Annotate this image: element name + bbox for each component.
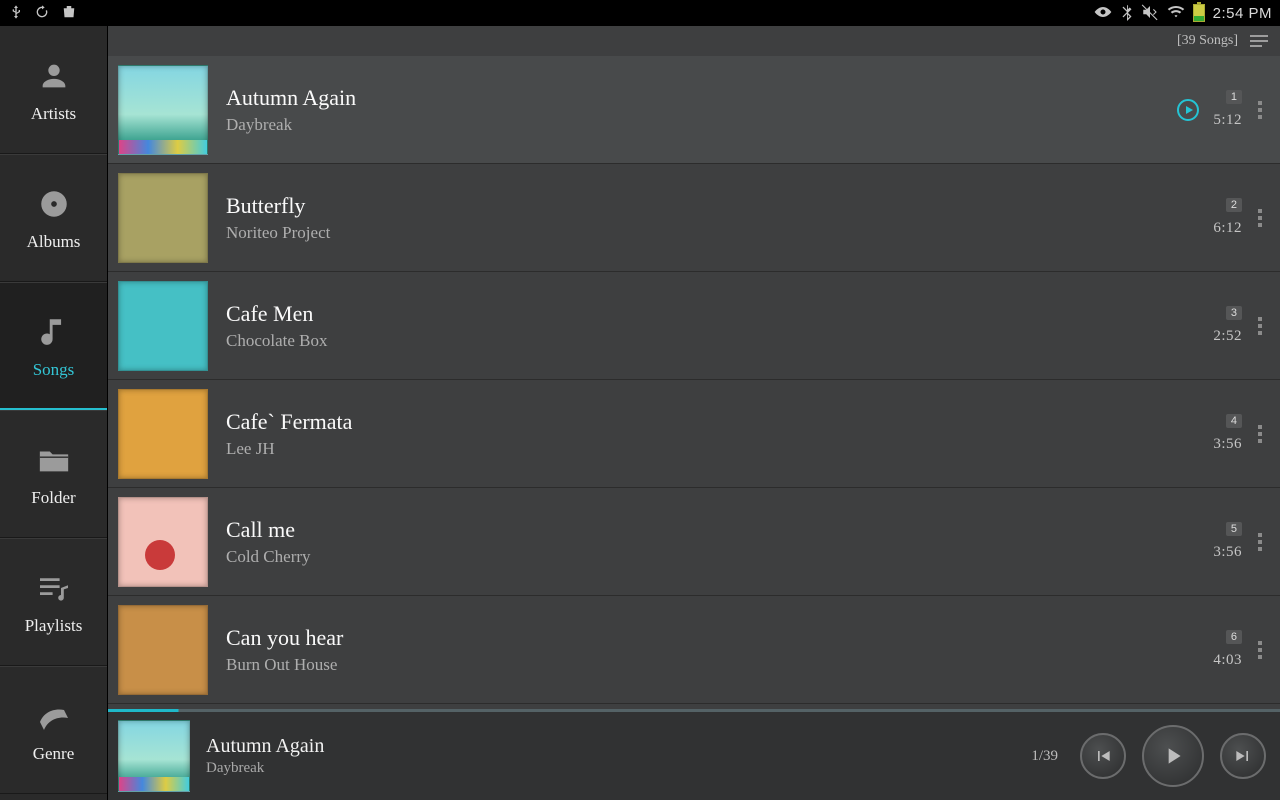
song-row[interactable]: Can you hear Burn Out House 6 4:03: [108, 596, 1280, 704]
genre-icon: [34, 696, 74, 736]
song-title: Call me: [226, 517, 1195, 543]
now-playing-icon: [1177, 99, 1199, 121]
sidebar-item-label: Artists: [31, 104, 76, 124]
track-number: 3: [1226, 306, 1242, 320]
player-position: 1/39: [1031, 748, 1058, 765]
status-bar: 2:54 PM: [0, 0, 1280, 26]
track-duration: 3:56: [1213, 436, 1242, 453]
song-title: Can you hear: [226, 625, 1195, 651]
player-album-art[interactable]: [118, 720, 190, 792]
player-title: Autumn Again: [206, 735, 324, 758]
player-bar: Autumn Again Daybreak 1/39: [108, 712, 1280, 800]
sidebar-item-folder[interactable]: Folder: [0, 410, 107, 538]
song-row[interactable]: Cafe Men Chocolate Box 3 2:52: [108, 272, 1280, 380]
album-art: [118, 281, 208, 371]
song-menu-button[interactable]: [1256, 95, 1264, 125]
track-number: 1: [1226, 90, 1242, 104]
list-header: [39 Songs]: [108, 26, 1280, 56]
song-row[interactable]: Autumn Again Daybreak 1 5:12: [108, 56, 1280, 164]
song-row[interactable]: Cafe` Fermata Lee JH 4 3:56: [108, 380, 1280, 488]
track-duration: 6:12: [1213, 220, 1242, 237]
battery-icon: [1193, 4, 1205, 22]
sidebar-item-artists[interactable]: Artists: [0, 26, 107, 154]
sidebar-item-songs[interactable]: Songs: [0, 282, 107, 410]
mute-icon: [1141, 3, 1159, 24]
sidebar-item-label: Songs: [33, 360, 75, 380]
playlist-icon: [34, 568, 74, 608]
eye-icon: [1093, 5, 1113, 22]
status-time: 2:54 PM: [1213, 5, 1272, 22]
play-button[interactable]: [1142, 725, 1204, 787]
usb-icon: [8, 4, 24, 23]
song-title: Autumn Again: [226, 85, 1159, 111]
album-art: [118, 173, 208, 263]
song-menu-button[interactable]: [1256, 203, 1264, 233]
album-art: [118, 389, 208, 479]
artist-icon: [34, 56, 74, 96]
album-art: [118, 65, 208, 155]
song-count-label: [39 Songs]: [1177, 33, 1238, 49]
track-number: 2: [1226, 198, 1242, 212]
song-title: Cafe` Fermata: [226, 409, 1195, 435]
bluetooth-icon: [1121, 3, 1133, 24]
songs-icon: [34, 312, 74, 352]
sidebar-item-label: Genre: [33, 744, 75, 764]
album-art: [118, 497, 208, 587]
prev-button[interactable]: [1080, 733, 1126, 779]
song-row[interactable]: Butterfly Noriteo Project 2 6:12: [108, 164, 1280, 272]
album-icon: [34, 184, 74, 224]
song-artist: Noriteo Project: [226, 223, 1195, 243]
track-number: 5: [1226, 522, 1242, 536]
next-button[interactable]: [1220, 733, 1266, 779]
song-menu-button[interactable]: [1256, 527, 1264, 557]
song-title: Butterfly: [226, 193, 1195, 219]
sidebar-item-label: Playlists: [25, 616, 83, 636]
store-icon: [60, 3, 78, 24]
view-toggle-button[interactable]: [1248, 33, 1270, 49]
sidebar-item-genre[interactable]: Genre: [0, 666, 107, 794]
song-menu-button[interactable]: [1256, 419, 1264, 449]
player-artist: Daybreak: [206, 760, 324, 777]
song-artist: Chocolate Box: [226, 331, 1195, 351]
song-title: Cafe Men: [226, 301, 1195, 327]
track-duration: 4:03: [1213, 652, 1242, 669]
album-art: [118, 605, 208, 695]
track-duration: 2:52: [1213, 328, 1242, 345]
song-list: Autumn Again Daybreak 1 5:12 Butterfly Norite…: [108, 56, 1280, 709]
main-panel: [39 Songs] Autumn Again Daybreak 1 5:12 Butt…: [108, 26, 1280, 800]
sidebar-item-label: Folder: [31, 488, 75, 508]
wifi-icon: [1167, 5, 1185, 22]
song-menu-button[interactable]: [1256, 311, 1264, 341]
song-row[interactable]: Call me Cold Cherry 5 3:56: [108, 488, 1280, 596]
sidebar-item-label: Albums: [27, 232, 81, 252]
folder-icon: [34, 440, 74, 480]
track-duration: 5:12: [1213, 112, 1242, 129]
song-artist: Daybreak: [226, 115, 1159, 135]
song-artist: Burn Out House: [226, 655, 1195, 675]
sidebar-item-playlists[interactable]: Playlists: [0, 538, 107, 666]
track-duration: 3:56: [1213, 544, 1242, 561]
sidebar: Artists Albums Songs Folder Playlists Genre: [0, 26, 108, 800]
song-artist: Lee JH: [226, 439, 1195, 459]
sync-icon: [34, 4, 50, 23]
song-artist: Cold Cherry: [226, 547, 1195, 567]
song-menu-button[interactable]: [1256, 635, 1264, 665]
track-number: 6: [1226, 630, 1242, 644]
track-number: 4: [1226, 414, 1242, 428]
sidebar-item-albums[interactable]: Albums: [0, 154, 107, 282]
